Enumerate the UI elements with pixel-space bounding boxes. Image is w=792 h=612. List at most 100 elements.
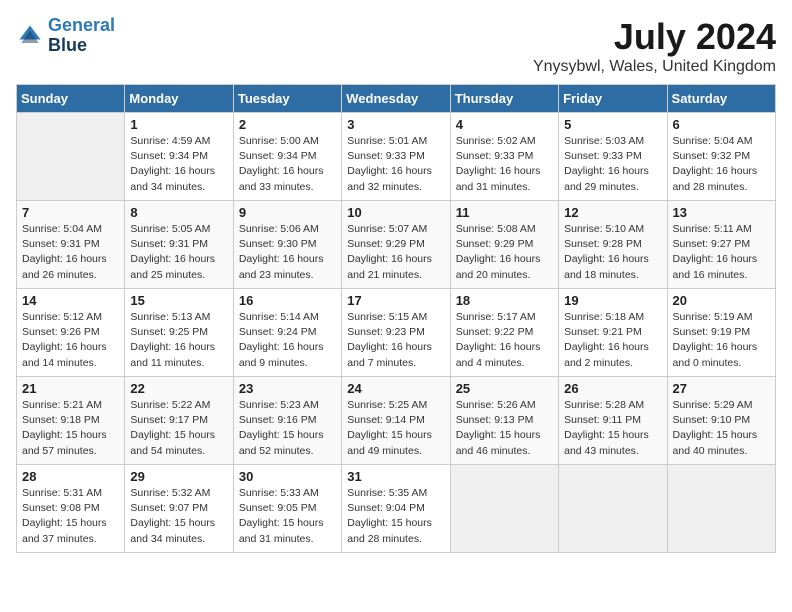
- calendar-cell: [667, 465, 775, 553]
- day-number: 25: [456, 381, 553, 396]
- calendar-cell: 24Sunrise: 5:25 AMSunset: 9:14 PMDayligh…: [342, 377, 450, 465]
- weekday-header-wednesday: Wednesday: [342, 85, 450, 113]
- weekday-header-friday: Friday: [559, 85, 667, 113]
- calendar-cell: 25 Sunrise: 5:26 AMSunset: 9:13 PMDayligh…: [450, 377, 558, 465]
- day-number: 31: [347, 469, 444, 484]
- calendar-cell: 30 Sunrise: 5:33 AMSunset: 9:05 PMDayligh…: [233, 465, 341, 553]
- day-info: Sunrise: 5:22 AMSunset: 9:17 PMDaylight:…: [130, 398, 227, 459]
- calendar-cell: 31Sunrise: 5:35 AMSunset: 9:04 PMDayligh…: [342, 465, 450, 553]
- calendar-cell: 2 Sunrise: 5:00 AMSunset: 9:34 PMDaylight…: [233, 113, 341, 201]
- day-info: Sunrise: 5:15 AMSunset: 9:23 PMDaylight:…: [347, 310, 444, 371]
- day-info: Sunrise: 5:08 AMSunset: 9:29 PMDaylight:…: [456, 222, 553, 283]
- calendar-week-3: 14 Sunrise: 5:12 AMSunset: 9:26 PMDayligh…: [17, 289, 776, 377]
- day-info: Sunrise: 5:33 AMSunset: 9:05 PMDaylight:…: [239, 486, 336, 547]
- day-info: Sunrise: 5:14 AMSunset: 9:24 PMDaylight:…: [239, 310, 336, 371]
- day-number: 26: [564, 381, 661, 396]
- day-info: Sunrise: 5:11 AMSunset: 9:27 PMDaylight:…: [673, 222, 770, 283]
- day-number: 13: [673, 205, 770, 220]
- calendar-cell: 10 Sunrise: 5:07 AMSunset: 9:29 PMDayligh…: [342, 201, 450, 289]
- calendar-cell: 12 Sunrise: 5:10 AMSunset: 9:28 PMDayligh…: [559, 201, 667, 289]
- weekday-header-monday: Monday: [125, 85, 233, 113]
- calendar-week-2: 7Sunrise: 5:04 AMSunset: 9:31 PMDaylight…: [17, 201, 776, 289]
- day-info: Sunrise: 5:28 AMSunset: 9:11 PMDaylight:…: [564, 398, 661, 459]
- calendar-cell: 8 Sunrise: 5:05 AMSunset: 9:31 PMDaylight…: [125, 201, 233, 289]
- day-info: Sunrise: 5:17 AMSunset: 9:22 PMDaylight:…: [456, 310, 553, 371]
- day-number: 23: [239, 381, 336, 396]
- month-title: July 2024: [533, 16, 776, 58]
- day-number: 21: [22, 381, 119, 396]
- day-number: 12: [564, 205, 661, 220]
- day-number: 10: [347, 205, 444, 220]
- weekday-header-row: SundayMondayTuesdayWednesdayThursdayFrid…: [17, 85, 776, 113]
- day-number: 29: [130, 469, 227, 484]
- calendar-cell: 19 Sunrise: 5:18 AMSunset: 9:21 PMDayligh…: [559, 289, 667, 377]
- day-info: Sunrise: 5:01 AMSunset: 9:33 PMDaylight:…: [347, 134, 444, 195]
- day-info: Sunrise: 5:05 AMSunset: 9:31 PMDaylight:…: [130, 222, 227, 283]
- day-number: 6: [673, 117, 770, 132]
- day-number: 16: [239, 293, 336, 308]
- day-info: Sunrise: 5:06 AMSunset: 9:30 PMDaylight:…: [239, 222, 336, 283]
- day-number: 11: [456, 205, 553, 220]
- calendar-cell: 6 Sunrise: 5:04 AMSunset: 9:32 PMDaylight…: [667, 113, 775, 201]
- day-info: Sunrise: 5:07 AMSunset: 9:29 PMDaylight:…: [347, 222, 444, 283]
- day-number: 14: [22, 293, 119, 308]
- day-number: 19: [564, 293, 661, 308]
- day-info: Sunrise: 5:12 AMSunset: 9:26 PMDaylight:…: [22, 310, 119, 371]
- page-header: General Blue July 2024 Ynysybwl, Wales, …: [16, 16, 776, 76]
- calendar-cell: 5Sunrise: 5:03 AMSunset: 9:33 PMDaylight…: [559, 113, 667, 201]
- day-info: Sunrise: 4:59 AMSunset: 9:34 PMDaylight:…: [130, 134, 227, 195]
- day-info: Sunrise: 5:00 AMSunset: 9:34 PMDaylight:…: [239, 134, 336, 195]
- day-number: 30: [239, 469, 336, 484]
- calendar-cell: 29Sunrise: 5:32 AMSunset: 9:07 PMDayligh…: [125, 465, 233, 553]
- day-number: 3: [347, 117, 444, 132]
- calendar-cell: 23Sunrise: 5:23 AMSunset: 9:16 PMDayligh…: [233, 377, 341, 465]
- weekday-header-saturday: Saturday: [667, 85, 775, 113]
- day-info: Sunrise: 5:25 AMSunset: 9:14 PMDaylight:…: [347, 398, 444, 459]
- calendar-cell: 9 Sunrise: 5:06 AMSunset: 9:30 PMDaylight…: [233, 201, 341, 289]
- day-number: 22: [130, 381, 227, 396]
- calendar-cell: 17Sunrise: 5:15 AMSunset: 9:23 PMDayligh…: [342, 289, 450, 377]
- weekday-header-sunday: Sunday: [17, 85, 125, 113]
- calendar-week-4: 21 Sunrise: 5:21 AMSunset: 9:18 PMDayligh…: [17, 377, 776, 465]
- day-info: Sunrise: 5:04 AMSunset: 9:32 PMDaylight:…: [673, 134, 770, 195]
- day-number: 20: [673, 293, 770, 308]
- calendar-cell: 28Sunrise: 5:31 AMSunset: 9:08 PMDayligh…: [17, 465, 125, 553]
- weekday-header-thursday: Thursday: [450, 85, 558, 113]
- calendar-table: SundayMondayTuesdayWednesdayThursdayFrid…: [16, 84, 776, 553]
- day-number: 18: [456, 293, 553, 308]
- day-info: Sunrise: 5:13 AMSunset: 9:25 PMDaylight:…: [130, 310, 227, 371]
- location-title: Ynysybwl, Wales, United Kingdom: [533, 58, 776, 76]
- calendar-cell: 15 Sunrise: 5:13 AMSunset: 9:25 PMDayligh…: [125, 289, 233, 377]
- day-info: Sunrise: 5:21 AMSunset: 9:18 PMDaylight:…: [22, 398, 119, 459]
- day-number: 27: [673, 381, 770, 396]
- day-number: 1: [130, 117, 227, 132]
- logo-icon: [16, 22, 44, 50]
- calendar-cell: 16 Sunrise: 5:14 AMSunset: 9:24 PMDayligh…: [233, 289, 341, 377]
- day-info: Sunrise: 5:10 AMSunset: 9:28 PMDaylight:…: [564, 222, 661, 283]
- calendar-cell: 4Sunrise: 5:02 AMSunset: 9:33 PMDaylight…: [450, 113, 558, 201]
- day-info: Sunrise: 5:29 AMSunset: 9:10 PMDaylight:…: [673, 398, 770, 459]
- calendar-cell: 13 Sunrise: 5:11 AMSunset: 9:27 PMDayligh…: [667, 201, 775, 289]
- day-info: Sunrise: 5:19 AMSunset: 9:19 PMDaylight:…: [673, 310, 770, 371]
- weekday-header-tuesday: Tuesday: [233, 85, 341, 113]
- day-info: Sunrise: 5:26 AMSunset: 9:13 PMDaylight:…: [456, 398, 553, 459]
- day-number: 2: [239, 117, 336, 132]
- day-info: Sunrise: 5:18 AMSunset: 9:21 PMDaylight:…: [564, 310, 661, 371]
- calendar-cell: 7Sunrise: 5:04 AMSunset: 9:31 PMDaylight…: [17, 201, 125, 289]
- day-number: 8: [130, 205, 227, 220]
- day-number: 15: [130, 293, 227, 308]
- day-number: 9: [239, 205, 336, 220]
- day-info: Sunrise: 5:02 AMSunset: 9:33 PMDaylight:…: [456, 134, 553, 195]
- calendar-cell: [450, 465, 558, 553]
- calendar-cell: 1 Sunrise: 4:59 AMSunset: 9:34 PMDaylight…: [125, 113, 233, 201]
- logo: General Blue: [16, 16, 115, 56]
- calendar-cell: [559, 465, 667, 553]
- calendar-cell: 3 Sunrise: 5:01 AMSunset: 9:33 PMDaylight…: [342, 113, 450, 201]
- calendar-cell: 27 Sunrise: 5:29 AMSunset: 9:10 PMDayligh…: [667, 377, 775, 465]
- calendar-cell: 20 Sunrise: 5:19 AMSunset: 9:19 PMDayligh…: [667, 289, 775, 377]
- day-number: 7: [22, 205, 119, 220]
- calendar-cell: 18 Sunrise: 5:17 AMSunset: 9:22 PMDayligh…: [450, 289, 558, 377]
- calendar-cell: 11 Sunrise: 5:08 AMSunset: 9:29 PMDayligh…: [450, 201, 558, 289]
- calendar-cell: 21 Sunrise: 5:21 AMSunset: 9:18 PMDayligh…: [17, 377, 125, 465]
- calendar-week-5: 28Sunrise: 5:31 AMSunset: 9:08 PMDayligh…: [17, 465, 776, 553]
